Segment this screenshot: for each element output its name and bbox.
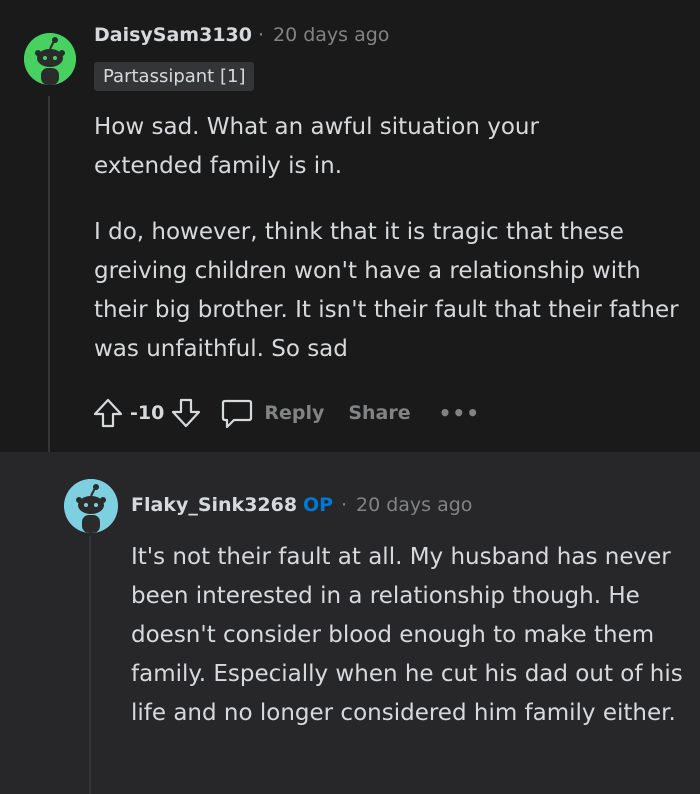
comment-timestamp[interactable]: 20 days ago: [273, 24, 389, 46]
reply-icon[interactable]: [220, 396, 254, 430]
op-badge: OP: [303, 494, 334, 516]
meta-separator: ·: [258, 24, 265, 46]
user-avatar[interactable]: [24, 33, 76, 85]
more-options-icon[interactable]: •••: [439, 401, 480, 425]
user-avatar[interactable]: [64, 479, 118, 533]
comment-author[interactable]: DaisySam3130: [94, 24, 252, 46]
share-button[interactable]: Share: [348, 402, 410, 424]
user-flair: Partassipant [1]: [94, 62, 255, 91]
thread-line[interactable]: [48, 96, 50, 452]
comment-paragraph: It's not their fault at all. My husband …: [131, 544, 683, 726]
downvote-icon[interactable]: [170, 397, 202, 429]
comment-daisysam3130: DaisySam3130 · 20 days ago Partassipant …: [0, 0, 700, 452]
comment-flaky-sink3268: Flaky_Sink3268 OP · 20 days ago It's not…: [0, 452, 700, 794]
comment-actions: -10 Reply Share •••: [92, 392, 480, 434]
comment-paragraph: How sad. What an awful situation your ex…: [94, 114, 539, 179]
comment-paragraph: I do, however, think that it is tragic t…: [94, 219, 679, 362]
comment-timestamp[interactable]: 20 days ago: [356, 494, 472, 516]
thread-line[interactable]: [89, 536, 91, 794]
vote-score: -10: [130, 402, 165, 424]
reply-button[interactable]: Reply: [264, 402, 324, 424]
meta-separator: ·: [341, 494, 348, 516]
upvote-icon[interactable]: [92, 397, 124, 429]
comment-author[interactable]: Flaky_Sink3268: [131, 494, 297, 516]
